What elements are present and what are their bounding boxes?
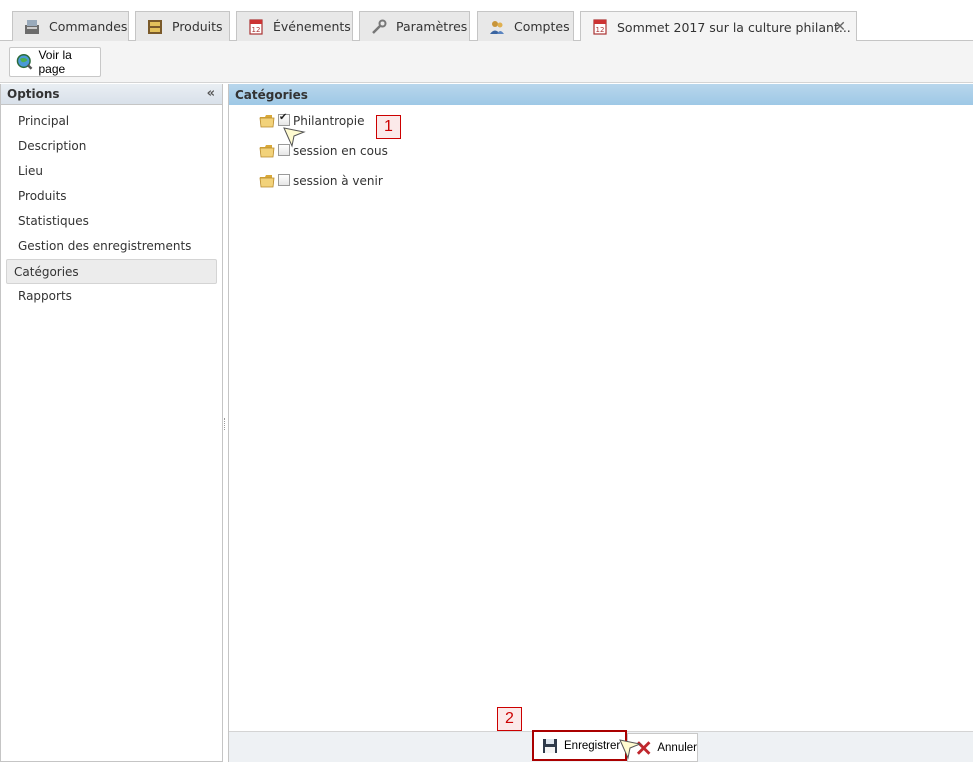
options-item-principal[interactable]: Principal	[6, 109, 217, 134]
view-page-icon	[16, 53, 33, 70]
tab-label: Produits	[172, 19, 223, 34]
save-label: Enregistrer	[564, 739, 621, 752]
category-label[interactable]: session à venir	[293, 174, 383, 188]
folder-icon	[259, 145, 275, 158]
floppy-disk-icon	[543, 738, 557, 753]
tab-label: Paramètres	[396, 19, 468, 34]
options-item-categories[interactable]: Catégories	[6, 259, 217, 284]
splitter-grip[interactable]	[224, 418, 226, 430]
tree-node: Philantropie	[259, 112, 388, 144]
accounts-icon	[488, 18, 506, 36]
products-icon	[146, 18, 164, 36]
cancel-label: Annuler	[657, 741, 697, 754]
save-button[interactable]: Enregistrer	[532, 730, 627, 761]
register-icon	[23, 18, 41, 36]
wrench-icon	[370, 18, 388, 36]
options-panel: Options « Principal Description Lieu Pro…	[0, 84, 223, 762]
category-label[interactable]: session en cous	[293, 144, 388, 158]
tree-node: session à venir	[259, 174, 388, 204]
categories-header: Catégories	[229, 84, 973, 105]
calendar-icon: 12	[247, 18, 265, 36]
tab-bar: Commandes Produits 12 Événements Paramèt…	[0, 0, 973, 42]
folder-icon	[259, 115, 275, 128]
collapse-icon[interactable]: «	[207, 86, 215, 101]
category-tree: Philantropie session en cous session à v…	[259, 112, 388, 204]
tab-event-detail[interactable]: 12 Sommet 2017 sur la culture philant...…	[580, 11, 857, 42]
tab-produits[interactable]: Produits	[135, 11, 230, 41]
category-checkbox[interactable]	[278, 174, 290, 186]
view-page-button[interactable]: Voir la page	[9, 47, 101, 77]
step-marker-1: 1	[376, 115, 401, 139]
options-item-rapports[interactable]: Rapports	[6, 284, 217, 309]
view-page-label: Voir la page	[38, 48, 72, 76]
options-header: Options «	[1, 84, 222, 105]
pointer-cursor-icon	[619, 739, 642, 760]
close-icon[interactable]: ✕	[834, 19, 846, 35]
tab-commandes[interactable]: Commandes	[12, 11, 129, 41]
tab-parametres[interactable]: Paramètres	[359, 11, 470, 41]
svg-text:12: 12	[252, 26, 261, 34]
category-checkbox[interactable]	[278, 112, 290, 126]
step-marker-2: 2	[497, 707, 522, 731]
options-item-lieu[interactable]: Lieu	[6, 159, 217, 184]
options-item-gestion[interactable]: Gestion des enregistrements	[6, 234, 217, 259]
toolbar: Voir la page	[0, 41, 973, 83]
pointer-cursor-icon	[283, 127, 306, 148]
tab-label: Commandes	[49, 19, 128, 34]
options-item-description[interactable]: Description	[6, 134, 217, 159]
calendar-icon: 12	[591, 18, 609, 36]
options-menu: Principal Description Lieu Produits Stat…	[1, 105, 222, 309]
categories-title: Catégories	[235, 87, 308, 102]
options-item-produits[interactable]: Produits	[6, 184, 217, 209]
options-title: Options	[7, 87, 60, 101]
categories-panel: Catégories Philantropie session en cous …	[228, 84, 973, 762]
tab-label: Comptes	[514, 19, 570, 34]
options-item-statistiques[interactable]: Statistiques	[6, 209, 217, 234]
svg-text:12: 12	[596, 26, 605, 34]
tab-label: Événements	[273, 19, 351, 34]
tab-comptes[interactable]: Comptes	[477, 11, 574, 41]
tab-evenements[interactable]: 12 Événements	[236, 11, 353, 41]
tab-label: Sommet 2017 sur la culture philant...	[617, 19, 851, 35]
folder-icon	[259, 175, 275, 188]
tree-node: session en cous	[259, 144, 388, 174]
